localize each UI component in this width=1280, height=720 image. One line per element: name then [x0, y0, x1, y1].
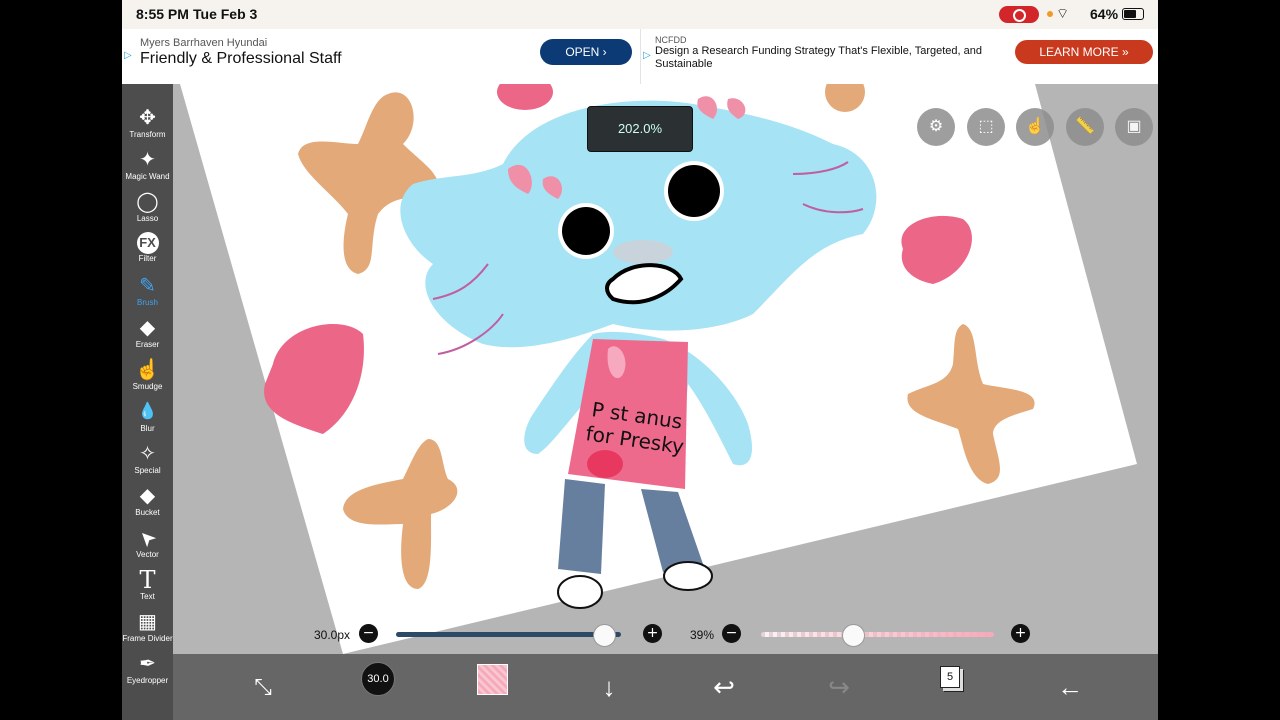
- status-bar: 8:55 PM Tue Feb 3 ⌔ 64%: [122, 0, 1158, 29]
- ad-title: Design a Research Funding Strategy That'…: [655, 45, 982, 70]
- tool-brush[interactable]: ✎ Brush: [122, 272, 173, 314]
- tool-frame-divider[interactable]: ▦ Frame Divider: [122, 608, 173, 650]
- tool-eyedropper[interactable]: ✒ Eyedropper: [122, 650, 173, 692]
- opacity-label: 39%: [690, 628, 715, 642]
- quick-tools-icon[interactable]: ⤡: [248, 664, 278, 710]
- right-eye: [668, 165, 720, 217]
- tool-special[interactable]: ✧ Special: [122, 440, 173, 482]
- tool-label: Eyedropper: [126, 676, 169, 685]
- adchoices-icon[interactable]: ▷: [124, 50, 132, 61]
- tool-transform[interactable]: ✥ Transform: [122, 104, 173, 146]
- color-swatch-button[interactable]: [477, 664, 508, 695]
- ipad-screen: 8:55 PM Tue Feb 3 ⌔ 64% ▷ Myers Barrhave…: [122, 0, 1158, 720]
- filter-fx-icon: FX: [136, 232, 159, 254]
- tool-label: Frame Divider: [122, 634, 173, 643]
- transform-icon: ✥: [139, 107, 156, 129]
- blur-drop-icon: 💧: [137, 403, 158, 420]
- tool-eraser[interactable]: ◆ Eraser: [122, 314, 173, 356]
- tool-filter[interactable]: FX Filter: [122, 230, 173, 272]
- opacity-slider[interactable]: [761, 632, 994, 637]
- battery-percent: 64%: [1090, 6, 1119, 22]
- tool-label: Eraser: [135, 340, 160, 349]
- ad-ncfdd[interactable]: ▷ NCFDD Design a Research Funding Strate…: [640, 29, 1158, 84]
- ruler-icon[interactable]: 📏: [1066, 108, 1104, 146]
- opacity-plus-button[interactable]: +: [1011, 624, 1030, 643]
- wifi-icon: ⌔: [1056, 5, 1070, 21]
- bucket-icon: ◆: [139, 485, 156, 507]
- frame-divider-icon: ▦: [138, 611, 157, 633]
- artwork: P st anus for Presky: [180, 84, 1137, 654]
- tool-vector[interactable]: ➤ Vector: [122, 524, 173, 566]
- right-shoe: [663, 561, 713, 591]
- tool-sidebar: ✥ Transform ✦ Magic Wand ◯ Lasso FX Filt…: [122, 84, 173, 720]
- tool-lasso[interactable]: ◯ Lasso: [122, 188, 173, 230]
- zoom-indicator: 202.0%: [587, 106, 693, 152]
- battery-icon: [1122, 8, 1144, 20]
- screen-record-icon: [999, 6, 1039, 23]
- brush-size-slider[interactable]: [396, 632, 621, 637]
- status-date: Tue Feb 3: [193, 6, 258, 22]
- brush-size-button[interactable]: 30.0: [361, 662, 395, 696]
- ad-open-button[interactable]: OPEN ›: [540, 39, 632, 65]
- touch-gesture-icon[interactable]: ☝: [1016, 108, 1054, 146]
- ad-title: Friendly & Professional Staff: [140, 50, 342, 67]
- ad-learn-more-button[interactable]: LEARN MORE »: [1015, 40, 1153, 64]
- adchoices-icon[interactable]: ▷: [643, 50, 651, 61]
- tool-magic-wand[interactable]: ✦ Magic Wand: [122, 146, 173, 188]
- tool-bucket[interactable]: ◆ Bucket: [122, 482, 173, 524]
- tool-label: Text: [140, 592, 155, 601]
- bottom-toolbar: ⤡ 30.0 ↓ ↩ ↪ 5 ←: [173, 654, 1158, 720]
- tool-label: Blur: [140, 424, 155, 433]
- left-shoe: [557, 575, 603, 609]
- ad-banner: ▷ Myers Barrhaven Hyundai Friendly & Pro…: [122, 29, 1158, 86]
- tool-label: Magic Wand: [125, 172, 170, 181]
- brush-size-minus-button[interactable]: −: [359, 624, 378, 643]
- tool-blur[interactable]: 💧 Blur: [122, 398, 173, 440]
- download-arrow-icon[interactable]: ↓: [594, 664, 624, 710]
- status-time: 8:55 PM: [136, 6, 189, 22]
- undo-icon[interactable]: ↩: [709, 664, 739, 710]
- left-eye: [562, 207, 610, 255]
- tool-label: Transform: [129, 130, 166, 139]
- brush-sliders: 30.0px − + 39% − +: [173, 614, 1158, 654]
- tool-label: Bucket: [135, 508, 160, 517]
- nose-smudge: [613, 240, 673, 264]
- eyedropper-icon: ✒: [139, 653, 156, 675]
- image-icon[interactable]: ▣: [1115, 108, 1153, 146]
- tool-smudge[interactable]: ☝ Smudge: [122, 356, 173, 398]
- eraser-icon: ◆: [139, 317, 156, 339]
- tool-label: Special: [134, 466, 161, 475]
- selection-icon[interactable]: ⬚: [967, 108, 1005, 146]
- shirt-heart: [587, 450, 623, 478]
- toggle-settings-icon[interactable]: ⚙: [917, 108, 955, 146]
- back-arrow-icon[interactable]: ←: [1053, 664, 1087, 710]
- brush-size-label: 30.0px: [314, 628, 351, 642]
- smudge-icon: ☝: [135, 359, 160, 381]
- ad-source: NCFDD: [655, 35, 687, 45]
- tool-label: Smudge: [132, 382, 163, 391]
- mic-indicator-icon: [1047, 11, 1053, 17]
- brush-size-slider-knob[interactable]: [593, 624, 616, 647]
- tool-label: Lasso: [136, 214, 159, 223]
- layers-button[interactable]: 5: [940, 666, 960, 688]
- tool-label: Filter: [138, 254, 157, 263]
- opacity-slider-knob[interactable]: [841, 624, 865, 647]
- brush-size-plus-button[interactable]: +: [643, 624, 662, 643]
- character-left-leg: [558, 479, 605, 574]
- special-sparkle-icon: ✧: [139, 443, 156, 465]
- ad-source: Myers Barrhaven Hyundai: [140, 37, 268, 49]
- redo-icon[interactable]: ↪: [824, 664, 854, 710]
- lasso-icon: ◯: [136, 191, 159, 213]
- drawing-canvas[interactable]: P st anus for Presky 202.0% ⚙ ⬚ ☝ 📏 ▣: [173, 84, 1158, 654]
- ad-hyundai[interactable]: ▷ Myers Barrhaven Hyundai Friendly & Pro…: [122, 29, 638, 84]
- tool-label: Brush: [137, 298, 158, 307]
- magic-wand-icon: ✦: [139, 149, 156, 171]
- opacity-minus-button[interactable]: −: [722, 624, 741, 643]
- tool-text[interactable]: T Text: [122, 566, 173, 608]
- text-icon: T: [139, 566, 156, 594]
- brush-icon: ✎: [139, 275, 156, 297]
